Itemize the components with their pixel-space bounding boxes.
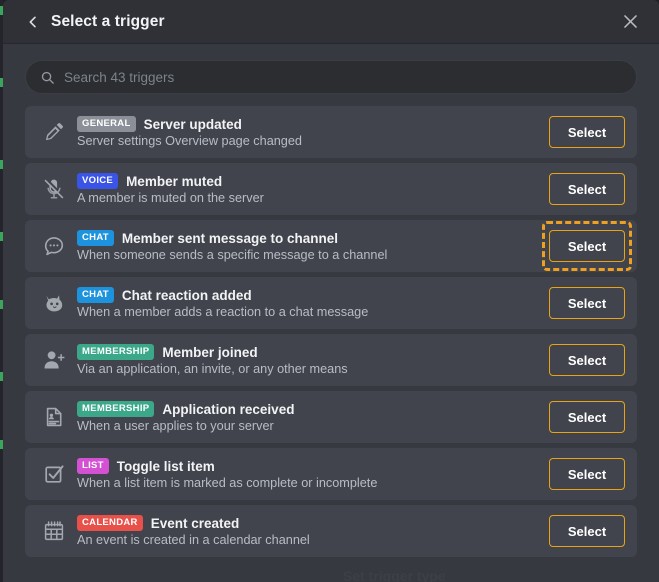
microphone-muted-icon bbox=[37, 177, 71, 201]
trigger-list: GENERAL Server updated Server settings Ove… bbox=[25, 106, 637, 557]
category-badge: LIST bbox=[77, 458, 109, 474]
left-edge-strip bbox=[0, 0, 3, 582]
close-icon[interactable] bbox=[619, 11, 641, 33]
trigger-heading: MEMBERSHIP Member joined bbox=[77, 344, 539, 360]
select-button[interactable]: Select bbox=[549, 344, 625, 376]
trigger-description: A member is muted on the server bbox=[77, 190, 264, 205]
trigger-text: LIST Toggle list item When a list item is … bbox=[77, 458, 539, 490]
select-button[interactable]: Select bbox=[549, 401, 625, 433]
ghost-text: Set trigger type bbox=[343, 568, 446, 582]
select-button[interactable]: Select bbox=[549, 458, 625, 490]
select-trigger-modal: Select a trigger WEBSOCKETEvent listener… bbox=[3, 0, 659, 582]
select-button[interactable]: Select bbox=[549, 230, 625, 262]
trigger-description: Via an application, an invite, or any ot… bbox=[77, 361, 348, 376]
category-badge: CHAT bbox=[77, 230, 114, 246]
trigger-heading: CHAT Chat reaction added bbox=[77, 287, 539, 303]
edge-tick bbox=[0, 232, 3, 241]
trigger-text: CHAT Member sent message to channel When s… bbox=[77, 230, 539, 262]
page-title: Select a trigger bbox=[51, 12, 165, 30]
edge-tick bbox=[0, 440, 3, 449]
modal-body: WEBSOCKETEvent listenerSet trigger typeC… bbox=[3, 60, 659, 582]
edge-tick bbox=[0, 300, 3, 309]
trigger-text: GENERAL Server updated Server settings Ove… bbox=[77, 116, 539, 148]
trigger-row[interactable]: GENERAL Server updated Server settings Ove… bbox=[25, 106, 637, 158]
checkbox-checked-icon bbox=[37, 462, 71, 486]
trigger-heading: LIST Toggle list item bbox=[77, 458, 539, 474]
chat-bubble-icon bbox=[37, 234, 71, 258]
search-icon bbox=[40, 70, 55, 85]
trigger-heading: CALENDAR Event created bbox=[77, 515, 539, 531]
trigger-heading: VOICE Member muted bbox=[77, 173, 539, 189]
person-add-icon bbox=[37, 348, 71, 372]
trigger-description: When a user applies to your server bbox=[77, 418, 274, 433]
trigger-description: When someone sends a specific message to… bbox=[77, 247, 388, 262]
trigger-row[interactable]: VOICE Member muted A member is muted on th… bbox=[25, 163, 637, 215]
trigger-heading: MEMBERSHIP Application received bbox=[77, 401, 539, 417]
trigger-row[interactable]: CALENDAR Event created An event is created… bbox=[25, 505, 637, 557]
search-bar[interactable] bbox=[25, 60, 637, 94]
category-badge: CHAT bbox=[77, 287, 114, 303]
trigger-row[interactable]: LIST Toggle list item When a list item is … bbox=[25, 448, 637, 500]
trigger-row[interactable]: MEMBERSHIP Application received When a use… bbox=[25, 391, 637, 443]
chevron-left-icon[interactable] bbox=[25, 14, 41, 30]
category-badge: GENERAL bbox=[77, 116, 136, 132]
trigger-text: MEMBERSHIP Application received When a use… bbox=[77, 401, 539, 433]
trigger-title: Member sent message to channel bbox=[121, 230, 338, 246]
trigger-heading: GENERAL Server updated bbox=[77, 116, 539, 132]
category-badge: MEMBERSHIP bbox=[77, 401, 155, 417]
cat-face-icon bbox=[37, 291, 71, 316]
trigger-title: Application received bbox=[162, 401, 295, 417]
trigger-text: CHAT Chat reaction added When a member add… bbox=[77, 287, 539, 319]
trigger-row[interactable]: CHAT Chat reaction added When a member add… bbox=[25, 277, 637, 329]
trigger-text: VOICE Member muted A member is muted on th… bbox=[77, 173, 539, 205]
select-button[interactable]: Select bbox=[549, 287, 625, 319]
trigger-text: CALENDAR Event created An event is created… bbox=[77, 515, 539, 547]
trigger-text: MEMBERSHIP Member joined Via an applicatio… bbox=[77, 344, 539, 376]
search-input[interactable] bbox=[64, 69, 622, 85]
select-button[interactable]: Select bbox=[549, 173, 625, 205]
modal-header: Select a trigger bbox=[3, 0, 659, 44]
edge-tick bbox=[0, 372, 3, 381]
trigger-description: When a list item is marked as complete o… bbox=[77, 475, 378, 490]
trigger-description: When a member adds a reaction to a chat … bbox=[77, 304, 369, 319]
select-button[interactable]: Select bbox=[549, 116, 625, 148]
document-person-icon bbox=[37, 405, 71, 429]
trigger-title: Toggle list item bbox=[116, 458, 215, 474]
edge-tick bbox=[0, 160, 3, 169]
trigger-description: An event is created in a calendar channe… bbox=[77, 532, 310, 547]
trigger-row[interactable]: CHAT Member sent message to channel When s… bbox=[25, 220, 637, 272]
trigger-row[interactable]: MEMBERSHIP Member joined Via an applicatio… bbox=[25, 334, 637, 386]
trigger-title: Server updated bbox=[143, 116, 242, 132]
pencil-icon bbox=[37, 120, 71, 144]
calendar-icon bbox=[37, 519, 71, 543]
trigger-description: Server settings Overview page changed bbox=[77, 133, 302, 148]
category-badge: MEMBERSHIP bbox=[77, 344, 155, 360]
trigger-title: Member joined bbox=[162, 344, 258, 360]
select-button[interactable]: Select bbox=[549, 515, 625, 547]
category-badge: VOICE bbox=[77, 173, 119, 189]
edge-tick bbox=[0, 78, 3, 87]
category-badge: CALENDAR bbox=[77, 515, 143, 531]
trigger-title: Event created bbox=[150, 515, 240, 531]
trigger-heading: CHAT Member sent message to channel bbox=[77, 230, 539, 246]
edge-tick bbox=[0, 6, 3, 15]
trigger-title: Chat reaction added bbox=[121, 287, 252, 303]
trigger-title: Member muted bbox=[126, 173, 223, 189]
